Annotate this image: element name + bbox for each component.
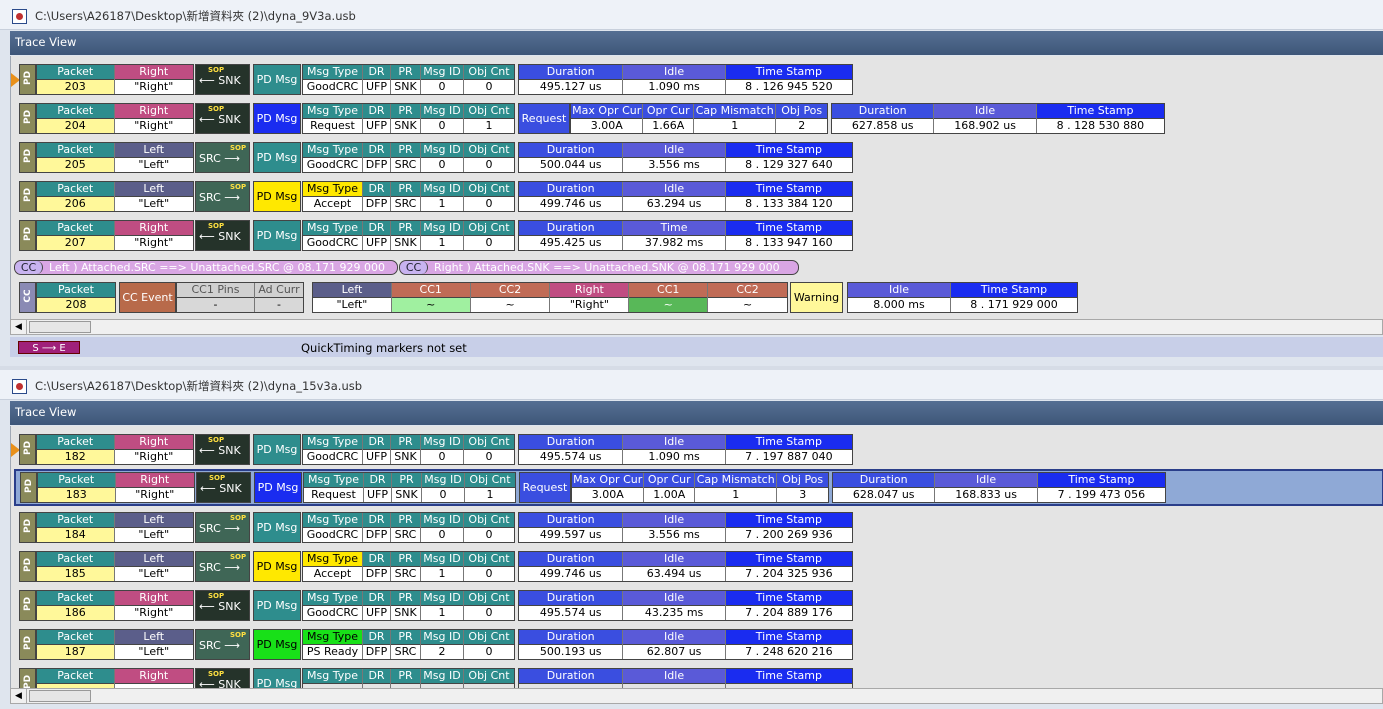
pd-msg-badge: PD Msg (253, 590, 301, 621)
pd-tag: PD (19, 103, 36, 134)
packet-number: 183 (38, 488, 115, 502)
trace-view-header: Trace View (10, 401, 1383, 425)
sop-snk-badge: SOP ⟵ SNK (195, 590, 250, 621)
horizontal-scrollbar[interactable]: ◀ (10, 319, 1383, 335)
sop-src-badge: SOP SRC ⟶ (195, 512, 250, 543)
pd-msg-badge: PD Msg (253, 220, 301, 251)
file-path: C:\Users\A26187\Desktop\新增資料夾 (2)\dyna_1… (35, 379, 363, 393)
trace-area[interactable]: PD Packet 203 Right "Right" SOP ⟵ SNK PD Ms… (10, 56, 1383, 319)
scroll-left-icon[interactable]: ◀ (11, 689, 27, 703)
request-badge: Request (519, 472, 571, 503)
sop-snk-badge: SOP ⟵ SNK (195, 64, 250, 95)
sop-src-badge: SOP SRC ⟶ (195, 629, 250, 660)
sop-src-badge: SOP SRC ⟶ (195, 181, 250, 212)
cc-transition-right[interactable]: CC Right ) Attached.SNK ==> Unattached.SN… (399, 260, 799, 275)
cc-transition-left[interactable]: CC Left ) Attached.SRC ==> Unattached.SRC… (14, 260, 398, 275)
packet-row[interactable]: PD Packet 187 Left "Left" SOP SRC ⟶ PD Msg … (15, 627, 1383, 660)
trace-window-2: C:\Users\A26187\Desktop\新增資料夾 (2)\dyna_1… (0, 370, 1383, 709)
packet-number: 204 (37, 119, 114, 133)
usb-file-icon (12, 379, 27, 394)
pd-msg-badge: PD Msg (253, 64, 301, 95)
sop-snk-badge: SOP ⟵ SNK (196, 472, 251, 503)
packet-row[interactable]: PD Packet 185 Left "Left" SOP SRC ⟶ PD Msg … (15, 549, 1383, 582)
warning-badge: Warning (790, 282, 843, 313)
packet-row[interactable]: PD Packet 184 Left "Left" SOP SRC ⟶ PD Msg … (15, 510, 1383, 543)
packet-number: 184 (37, 528, 114, 542)
packet-number: 205 (37, 158, 114, 172)
packet-row-selected[interactable]: PD Packet 183 Right "Right" SOP ⟵ SNK PD Ms… (14, 469, 1383, 506)
direction-header: Right (114, 65, 193, 80)
packet-number: 187 (37, 645, 114, 659)
packet-row[interactable]: PD Packet 205 Left "Left" SOP SRC ⟶ PD Msg … (15, 140, 1383, 173)
pd-msg-badge: PD Msg (253, 181, 301, 212)
packet-number: 208 (37, 298, 115, 312)
trace-window-1: C:\Users\A26187\Desktop\新增資料夾 (2)\dyna_9… (0, 0, 1383, 366)
pd-msg-badge: PD Msg (253, 629, 301, 660)
sop-snk-badge: SOP ⟵ SNK (195, 103, 250, 134)
packet-number: 186 (37, 606, 114, 620)
pd-msg-badge: PD Msg (253, 551, 301, 582)
packet-row[interactable]: PD Packet 186 Right "Right" SOP ⟵ SNK PD Ms… (15, 588, 1383, 621)
quicktiming-status: QuickTiming markers not set (301, 341, 467, 355)
pd-msg-badge: PD Msg (253, 142, 301, 173)
scroll-thumb[interactable] (29, 321, 91, 333)
start-end-marker[interactable]: S ⟶ E (18, 341, 80, 354)
packet-row[interactable]: PD Packet 206 Left "Left" SOP SRC ⟶ PD Msg … (15, 179, 1383, 212)
trace-area[interactable]: PD Packet 182 Right "Right" SOP ⟵ SNK PD Ms… (10, 426, 1383, 691)
title-bar: C:\Users\A26187\Desktop\新增資料夾 (2)\dyna_1… (0, 370, 1383, 400)
file-path: C:\Users\A26187\Desktop\新增資料夾 (2)\dyna_9… (35, 9, 356, 23)
sop-snk-badge: SOP ⟵ SNK (195, 220, 250, 251)
packet-row[interactable]: PD Packet 207 Right "Right" SOP ⟵ SNK PD Ms… (15, 218, 1383, 251)
request-badge: Request (518, 103, 570, 134)
trace-view-header: Trace View (10, 31, 1383, 55)
packet-number: 206 (37, 197, 114, 211)
packet-number: 182 (37, 450, 114, 464)
pd-msg-badge: PD Msg (253, 512, 301, 543)
packet-header: Packet (37, 65, 114, 80)
scroll-thumb[interactable] (29, 690, 91, 702)
pd-msg-badge: PD Msg (253, 103, 301, 134)
pd-msg-badge: PD Msg (254, 472, 302, 503)
cc-event-badge: CC Event (119, 282, 176, 313)
usb-file-icon (12, 9, 27, 24)
quicktiming-bar: S ⟶ E QuickTiming markers not set (10, 337, 1383, 357)
direction-value: "Right" (114, 80, 193, 94)
scroll-left-icon[interactable]: ◀ (11, 320, 27, 334)
msg-type: GoodCRC (303, 80, 362, 94)
title-bar: C:\Users\A26187\Desktop\新增資料夾 (2)\dyna_9… (0, 0, 1383, 30)
packet-row[interactable]: PD Packet 182 Right "Right" SOP ⟵ SNK PD Ms… (11, 432, 1383, 465)
packet-row[interactable]: PD Packet 204 Right "Right" SOP ⟵ SNK PD Ms… (15, 101, 1383, 134)
sop-src-badge: SOP SRC ⟶ (195, 142, 250, 173)
packet-row[interactable]: PD Packet 203 Right "Right" SOP ⟵ SNK PD Ms… (11, 62, 1383, 95)
packet-number: 207 (37, 236, 114, 250)
sop-snk-badge: SOP ⟵ SNK (195, 434, 250, 465)
pd-msg-badge: PD Msg (253, 434, 301, 465)
packet-number: 185 (37, 567, 114, 581)
pd-tag: PD (19, 64, 36, 95)
horizontal-scrollbar[interactable]: ◀ (10, 688, 1383, 704)
packet-number: 203 (37, 80, 114, 94)
sop-src-badge: SOP SRC ⟶ (195, 551, 250, 582)
packet-row-cc-event[interactable]: CC Packet 208 CC Event CC1 Pins - Ad Curr -… (15, 280, 1383, 313)
